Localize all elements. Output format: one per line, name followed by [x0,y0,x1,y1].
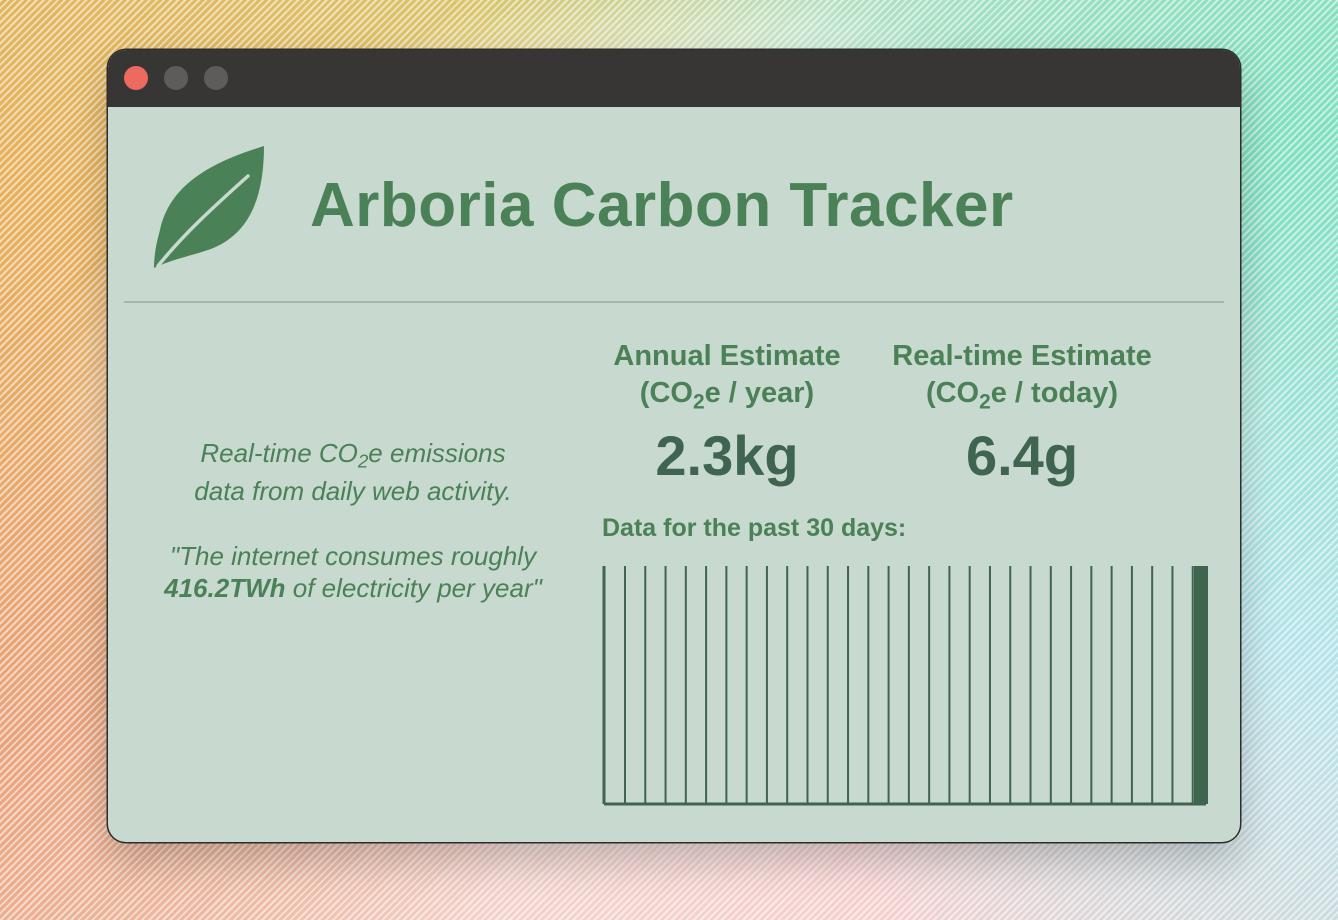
quote-text-2: of electricity per year" [285,573,542,603]
realtime-estimate-unit: (CO2e / today) [925,377,1119,414]
close-button[interactable] [124,66,148,90]
chart-bar-day-11[interactable] [826,566,829,804]
leaf-icon [154,146,264,268]
chart-bar-day-2[interactable] [644,566,647,804]
chart-bar-day-8[interactable] [765,566,768,804]
chart-bar-day-14[interactable] [887,566,890,804]
chart-bar-day-18[interactable] [968,566,971,804]
title-bar [108,50,1240,107]
tagline-subscript: 2 [357,450,369,472]
chart-bar-day-1[interactable] [624,566,626,804]
chart-bar-day-15[interactable] [907,566,910,804]
tagline-text-1: Real-time CO [200,438,358,468]
chart-bar-day-16[interactable] [928,566,931,804]
chart-bar-day-25[interactable] [1110,566,1113,804]
realtime-estimate-title: Real-time Estimate [892,340,1152,372]
maximize-button[interactable] [204,66,228,90]
chart-bar-day-3[interactable] [664,566,667,804]
chart-bar-day-23[interactable] [1070,566,1073,804]
chart-bar-day-24[interactable] [1090,566,1093,804]
chart-bar-day-17[interactable] [948,566,951,804]
chart-bar-day-13[interactable] [867,566,870,804]
app-window: Arboria Carbon Tracker Real-time CO2e em… [108,50,1240,842]
tagline-text-2: e emissions [368,438,506,468]
minimize-button[interactable] [164,66,188,90]
internet-energy-quote: "The internet consumes roughly 416.2TWh … [163,540,543,604]
header-divider [124,301,1224,303]
annual-estimate-title: Annual Estimate [613,340,841,372]
chart-bar-day-27[interactable] [1151,566,1154,804]
chart-bar-day-6[interactable] [725,566,728,804]
realtime-estimate: Real-time Estimate (CO2e / today) 6.4g [872,338,1172,486]
chart-bar-day-10[interactable] [806,566,809,804]
chart-bar-day-28[interactable] [1171,566,1174,804]
chart-bar-day-20[interactable] [1009,566,1012,804]
quote-text-1: "The internet consumes roughly [169,541,537,571]
chart-caption: Data for the past 30 days: [602,514,907,542]
realtime-estimate-value: 6.4g [965,424,1079,487]
chart-bar-day-5[interactable] [705,566,708,804]
quote-highlight: 416.2TWh [164,573,286,603]
chart-bar-day-7[interactable] [745,566,748,804]
chart-bar-day-12[interactable] [847,566,850,804]
chart-bar-day-26[interactable] [1130,566,1133,804]
daily-emissions-chart [602,564,1212,808]
chart-bar-day-4[interactable] [684,566,687,804]
chart-bar-day-9[interactable] [786,566,789,804]
annual-estimate-unit: (CO2e / year) [639,377,815,414]
tagline: Real-time CO2e emissions data from daily… [148,434,558,510]
annual-estimate: Annual Estimate (CO2e / year) 2.3kg [592,338,862,486]
chart-bar-day-21[interactable] [1029,566,1032,804]
bar-chart-svg [602,566,1208,806]
annual-estimate-value: 2.3kg [655,424,799,487]
chart-bar-day-29[interactable] [1191,566,1194,804]
chart-bar-day-22[interactable] [1049,566,1052,804]
app-title: Arboria Carbon Tracker [310,171,1014,240]
tagline-text-3: data from daily web activity. [194,476,512,506]
chart-bar-day-30[interactable] [1194,566,1208,804]
chart-bar-day-19[interactable] [988,566,991,804]
